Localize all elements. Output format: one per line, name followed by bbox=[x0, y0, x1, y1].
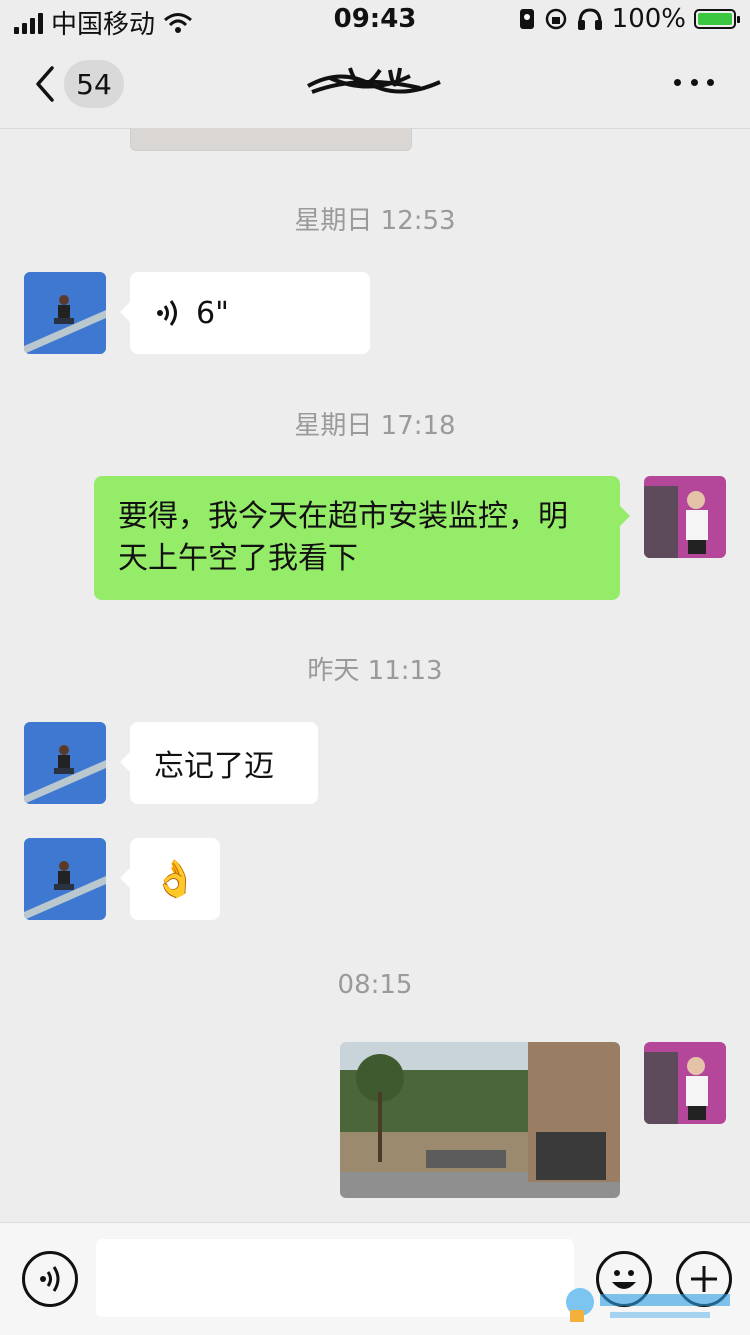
status-bar: 中国移动 09:43 100% bbox=[0, 0, 750, 40]
rotation-lock-icon bbox=[545, 8, 566, 30]
voice-message-bubble[interactable]: 6" bbox=[120, 272, 370, 354]
contact-avatar[interactable] bbox=[24, 272, 106, 354]
status-right: 100% bbox=[518, 4, 740, 34]
voice-input-button[interactable] bbox=[22, 1251, 78, 1307]
message-text: 要得，我今天在超市安装监控，明天上午空了我看下 bbox=[118, 499, 568, 576]
voice-wave-icon bbox=[157, 300, 177, 326]
sent-photo-message[interactable] bbox=[340, 1042, 620, 1198]
my-avatar[interactable] bbox=[644, 1042, 726, 1124]
portrait-lock-icon bbox=[519, 9, 534, 29]
timestamp: 星期日 17:18 bbox=[294, 411, 456, 441]
ok-hand-emoji: 👌 bbox=[152, 859, 198, 900]
battery-icon bbox=[694, 9, 740, 29]
contact-avatar[interactable] bbox=[24, 838, 106, 920]
headphones-icon bbox=[577, 8, 602, 30]
unread-count-badge[interactable]: 54 bbox=[64, 60, 124, 108]
chat-header: 54 bbox=[0, 40, 750, 129]
my-avatar[interactable] bbox=[644, 476, 726, 558]
watermark-logo bbox=[566, 1288, 730, 1322]
back-button[interactable] bbox=[30, 64, 60, 104]
message-text: 忘记了迈 bbox=[154, 749, 274, 784]
received-message-bubble[interactable]: 忘记了迈 bbox=[120, 722, 318, 804]
timestamp: 昨天 11:13 bbox=[307, 656, 443, 686]
more-options-button[interactable] bbox=[674, 74, 714, 90]
previous-image-message[interactable] bbox=[130, 128, 412, 151]
voice-duration: 6" bbox=[196, 295, 229, 331]
timestamp: 08:15 bbox=[337, 970, 413, 1000]
voice-icon bbox=[40, 1266, 60, 1292]
emoji-message-bubble[interactable]: 👌 bbox=[120, 838, 220, 920]
timestamp: 星期日 12:53 bbox=[294, 206, 456, 236]
sent-message-bubble[interactable]: 要得，我今天在超市安装监控，明天上午空了我看下 bbox=[94, 476, 630, 600]
message-input[interactable] bbox=[96, 1239, 574, 1317]
battery-percent: 100% bbox=[611, 4, 686, 34]
redacted-chat-title bbox=[307, 67, 441, 94]
contact-avatar[interactable] bbox=[24, 722, 106, 804]
